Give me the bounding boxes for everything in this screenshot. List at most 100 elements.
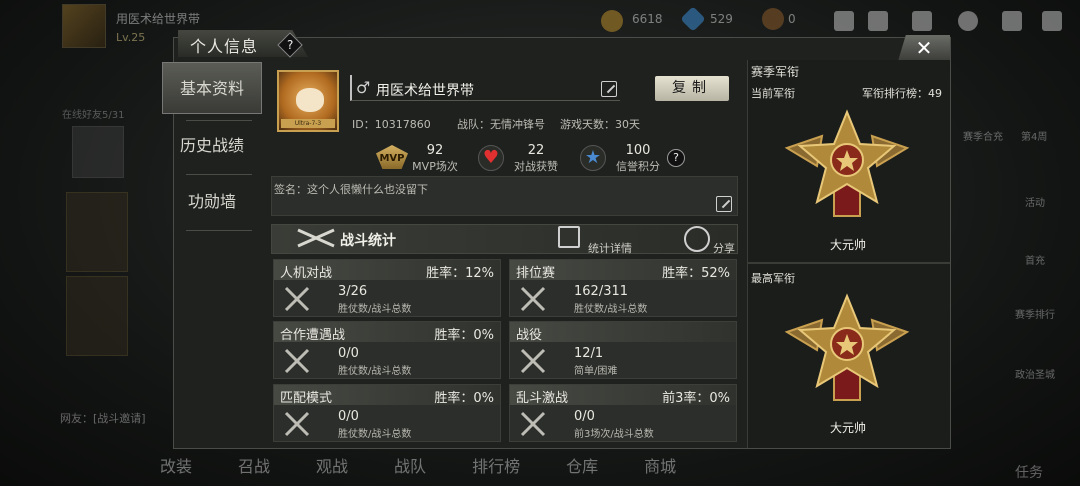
hud-avatar[interactable] xyxy=(62,4,106,48)
card-ranked[interactable]: 排位赛 胜率：52% 162/311 胜仗数/战斗总数 xyxy=(509,259,737,317)
likes-label: 对战获赞 xyxy=(514,160,558,173)
right-bg-label[interactable]: 赛季合充 xyxy=(963,128,1003,143)
crossed-rifles-icon xyxy=(297,228,335,248)
card-rate: 前3率：0% xyxy=(662,391,730,406)
crossed-swords-icon xyxy=(284,348,310,374)
card-campaign[interactable]: 战役 12/1 简单/困难 xyxy=(509,321,737,379)
highest-rank-label: 最高军衔 xyxy=(751,272,795,285)
card-caption: 胜仗数/战斗总数 xyxy=(338,429,412,440)
close-button[interactable]: ✕ xyxy=(898,35,950,61)
credit-label: 信誉积分 xyxy=(616,160,660,173)
card-title: 战役 xyxy=(516,328,543,343)
nav-divider xyxy=(186,230,252,231)
card-brawl[interactable]: 乱斗激战 前3率：0% 0/0 前3场次/战斗总数 xyxy=(509,384,737,442)
card-caption: 胜仗数/战斗总数 xyxy=(574,304,648,315)
heart-icon: ♥ xyxy=(478,145,504,171)
coin-icon xyxy=(601,10,623,32)
card-value: 0/0 xyxy=(338,409,359,424)
marshal-medal-icon xyxy=(784,293,910,401)
right-bg-label[interactable]: 政治圣城 xyxy=(1015,366,1055,381)
dialog-sidenav: 基本资料 历史战绩 功勋墙 xyxy=(162,60,262,450)
tab-history[interactable]: 历史战绩 xyxy=(162,120,262,172)
card-pve[interactable]: 人机对战 胜率：12% 3/26 胜仗数/战斗总数 xyxy=(273,259,501,317)
friends-icon[interactable] xyxy=(868,11,888,31)
player-team: 战队：无情冲锋号 xyxy=(457,118,545,131)
tab-basic-info[interactable]: 基本资料 xyxy=(162,62,262,114)
card-coop[interactable]: 合作遭遇战 胜率：0% 0/0 胜仗数/战斗总数 xyxy=(273,321,501,379)
tab-medals[interactable]: 功勋墙 xyxy=(162,176,262,228)
card-title: 人机对战 xyxy=(280,266,333,281)
likes-count: 22 xyxy=(527,143,545,158)
gear-icon[interactable] xyxy=(958,11,978,31)
hud-player-name: 用医术给世界带 xyxy=(116,12,201,26)
card-value: 0/0 xyxy=(338,346,359,361)
avatar-banner: Ultra-7-3 xyxy=(281,119,335,128)
right-bg-label[interactable]: 活动 xyxy=(1025,194,1045,209)
friend-avatar[interactable] xyxy=(72,126,124,178)
card-caption: 前3场次/战斗总数 xyxy=(574,429,654,440)
card-caption: 简单/困难 xyxy=(574,366,618,377)
player-name: 用医术给世界带 xyxy=(376,83,474,99)
hud-level: Lv.25 xyxy=(116,31,146,44)
book-icon[interactable] xyxy=(1002,11,1022,31)
signature-text: 签名：这个人很懒什么也没留下 xyxy=(274,183,428,196)
ticket-count: 0 xyxy=(788,12,796,26)
mvp-label: MVP场次 xyxy=(412,160,458,173)
card-value: 12/1 xyxy=(574,346,604,361)
bottom-nav-item[interactable]: 战队 xyxy=(394,453,426,477)
dialog-title: 个人信息 xyxy=(190,37,259,56)
bottom-nav-item[interactable]: 观战 xyxy=(316,453,348,477)
right-activity-bg: 赛季合充 第4周 活动 首充 赛季排行 政治圣城 任务 xyxy=(955,90,1075,481)
male-gender-icon: ♂ xyxy=(356,78,371,97)
friend-card[interactable] xyxy=(66,192,128,272)
bottom-nav-bg: 改装 召战 观战 战队 排行榜 仓库 商城 xyxy=(160,444,1080,486)
game-screen: 用医术给世界带 Lv.25 6618 529 0 在线好友5/31 网友：[战斗… xyxy=(0,0,1080,486)
rank-leaderboard[interactable]: 军衔排行榜：49 xyxy=(862,85,942,101)
add-icon[interactable] xyxy=(834,11,854,31)
share-link[interactable]: 分享 xyxy=(713,240,735,256)
crossed-swords-icon xyxy=(520,348,546,374)
card-caption: 胜仗数/战斗总数 xyxy=(338,366,412,377)
edit-signature-icon[interactable] xyxy=(716,196,732,212)
crossed-swords-icon xyxy=(284,286,310,312)
current-rank-name: 大元帅 xyxy=(829,238,866,252)
right-bg-label[interactable]: 赛季排行 xyxy=(1015,306,1055,321)
rank-divider xyxy=(748,262,950,264)
chat-preview[interactable]: 网友：[战斗邀请] xyxy=(60,410,146,426)
stats-detail-link[interactable]: 统计详情 xyxy=(588,240,632,256)
friends-panel-bg: 在线好友5/31 xyxy=(52,80,140,420)
mvp-count: 92 xyxy=(426,143,444,158)
card-rate: 胜率：12% xyxy=(426,266,494,281)
card-rate: 胜率：0% xyxy=(434,391,494,406)
right-bg-label[interactable]: 首充 xyxy=(1025,252,1045,267)
edit-name-icon[interactable] xyxy=(601,81,617,97)
menu-icon[interactable] xyxy=(1042,11,1062,31)
mail-icon[interactable] xyxy=(912,11,932,31)
battle-stats-title: 战斗统计 xyxy=(340,233,396,249)
card-match[interactable]: 匹配模式 胜率：0% 0/0 胜仗数/战斗总数 xyxy=(273,384,501,442)
card-value: 162/311 xyxy=(574,284,629,299)
crossed-swords-icon xyxy=(284,411,310,437)
card-rate: 胜率：0% xyxy=(434,328,494,343)
right-bg-label[interactable]: 第4周 xyxy=(1021,128,1047,143)
help-icon: ? xyxy=(286,38,294,52)
card-title: 匹配模式 xyxy=(280,391,333,406)
player-avatar[interactable]: Ultra-7-3 xyxy=(277,70,339,132)
bottom-nav-item[interactable]: 商城 xyxy=(644,453,676,477)
credit-score: 100 xyxy=(625,143,651,158)
stats-detail-icon[interactable] xyxy=(558,226,580,248)
stats-help-button[interactable]: ? xyxy=(667,149,685,167)
player-id: ID：10317860 xyxy=(352,118,431,131)
bottom-nav-item[interactable]: 仓库 xyxy=(566,453,598,477)
card-value: 0/0 xyxy=(574,409,595,424)
copy-button[interactable]: 复制 xyxy=(655,76,729,101)
bottom-nav-item[interactable]: 改装 xyxy=(160,453,192,477)
season-rank-title: 赛季军衔 xyxy=(751,65,800,79)
bottom-nav-item[interactable]: 召战 xyxy=(238,453,270,477)
play-days: 游戏天数：30天 xyxy=(560,118,640,131)
star-icon: ★ xyxy=(580,145,606,171)
ticket-icon xyxy=(762,8,784,30)
bottom-nav-item[interactable]: 排行榜 xyxy=(472,453,520,477)
friend-card[interactable] xyxy=(66,276,128,356)
card-title: 排位赛 xyxy=(516,266,556,281)
